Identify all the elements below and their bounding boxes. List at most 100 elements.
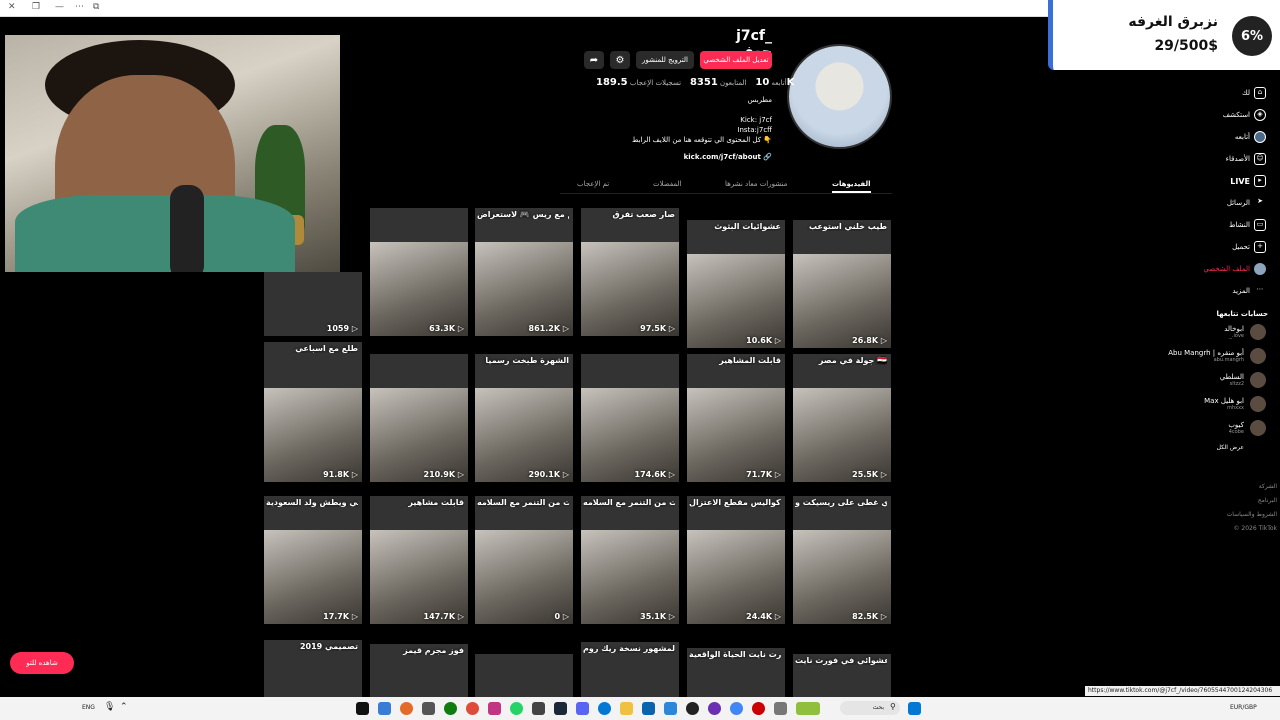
- video-caption: الشهرة طبخت رسمياً: [485, 356, 569, 365]
- view-count: 1059 ▷: [326, 324, 358, 333]
- restore-icon[interactable]: ❐: [32, 2, 40, 12]
- minimize-icon[interactable]: —: [55, 2, 64, 12]
- followers-count[interactable]: 8351: [690, 77, 718, 88]
- sidebar-item-more[interactable]: ⋯ المزيد: [1160, 280, 1268, 302]
- sidebar-item-upload[interactable]: + تحميل: [1160, 236, 1268, 258]
- chevron-up-icon[interactable]: ⌃: [120, 702, 128, 712]
- app-icon[interactable]: [708, 702, 721, 715]
- language-indicator[interactable]: ENG: [82, 704, 95, 711]
- video-card[interactable]: واحد يسوي نفسه اجنبي ويطش ولد السعودية 17…: [264, 496, 362, 624]
- followed-account[interactable]: كيوب 4cobe: [1160, 416, 1268, 440]
- app-icon[interactable]: [774, 702, 787, 715]
- video-card[interactable]: طلع مع اسباعي 91.8K ▷: [264, 342, 362, 482]
- video-card[interactable]: [475, 654, 573, 697]
- browser-icon[interactable]: [378, 702, 391, 715]
- steam-icon[interactable]: [554, 702, 567, 715]
- link-label[interactable]: kick.com/j7cf/about: [684, 153, 761, 161]
- video-card[interactable]: فورت نايت الحياة الواقعية: [687, 648, 785, 697]
- video-card[interactable]: تصميمي 2019: [264, 640, 362, 697]
- search-icon: ⚲: [890, 702, 896, 711]
- video-card[interactable]: 210.9K ▷: [370, 354, 468, 482]
- following-count[interactable]: 10: [755, 77, 769, 88]
- video-card[interactable]: 1059 ▷: [264, 272, 362, 336]
- xbox-icon[interactable]: [444, 702, 457, 715]
- profile-avatar[interactable]: [787, 44, 892, 149]
- video-card[interactable]: المقطع المشهور نسخة ريك روم: [581, 642, 679, 697]
- video-card[interactable]: تعبت من التنمر مع السلامه 💔 0 ▷: [475, 496, 573, 624]
- promote-post-button[interactable]: الترويج للمنشور: [636, 51, 694, 69]
- app-icon[interactable]: [686, 702, 699, 715]
- sidebar-item-live[interactable]: ▸ LIVE: [1160, 170, 1268, 192]
- app-icon[interactable]: [752, 702, 765, 715]
- edge-icon[interactable]: [598, 702, 611, 715]
- followed-account[interactable]: Abu Mangrh | أبو منقره abu.mangrh: [1160, 344, 1268, 368]
- windows-start-icon[interactable]: [908, 702, 921, 715]
- edit-profile-button[interactable]: تعديل الملف الشخصي: [700, 51, 772, 69]
- tiktok-icon[interactable]: [356, 702, 369, 715]
- profile-link[interactable]: kick.com/j7cf/about 🔗: [620, 153, 772, 161]
- video-card[interactable]: طيب خلني استوعب 26.8K ▷: [793, 220, 891, 348]
- sidebar-item-activity[interactable]: ▭ النشاط: [1160, 214, 1268, 236]
- discord-icon[interactable]: [576, 702, 589, 715]
- video-card[interactable]: قيم مع ريس 🎮 لاستعراض 861.2K ▷: [475, 208, 573, 336]
- video-card[interactable]: جولة في مصر 🇪🇬 25.5K ▷: [793, 354, 891, 482]
- video-card[interactable]: عشوائيات البثوث 10.6K ▷: [687, 220, 785, 348]
- video-card[interactable]: قابلت مشاهير 147.7K ▷: [370, 496, 468, 624]
- whatsapp-icon[interactable]: [510, 702, 523, 715]
- instagram-icon[interactable]: [488, 702, 501, 715]
- settings-icon[interactable]: ⚙: [610, 51, 630, 69]
- mail-icon[interactable]: [642, 702, 655, 715]
- account-name: كيوب: [1228, 421, 1244, 429]
- video-card[interactable]: فوز مجرم قيمز: [370, 644, 468, 697]
- microphone-icon[interactable]: 🎙: [104, 702, 115, 712]
- app-icon[interactable]: [532, 702, 545, 715]
- video-caption: طلع مع اسباعي: [295, 344, 358, 353]
- video-thumbnail: [581, 530, 679, 624]
- share-icon[interactable]: ➦: [584, 51, 604, 69]
- extension-icon[interactable]: ⧉: [93, 2, 99, 12]
- tab-liked[interactable]: تم الإعجاب: [577, 180, 609, 188]
- followed-account[interactable]: Max ابو هليل mhxxx: [1160, 392, 1268, 416]
- watch-now-button[interactable]: شاهده للتو: [10, 652, 74, 674]
- avatar: [1250, 324, 1266, 340]
- video-card[interactable]: قابلت المشاهير 71.7K ▷: [687, 354, 785, 482]
- more-icon[interactable]: ⋯: [75, 2, 84, 12]
- video-thumbnail: [264, 388, 362, 482]
- video-card[interactable]: المتطوري غطى على ريسيكت وMT سيرفرات 82.5K…: [793, 496, 891, 624]
- friends-icon: ☺: [1254, 153, 1266, 165]
- followed-account[interactable]: السلطي sltzz2: [1160, 368, 1268, 392]
- followed-account[interactable]: ابوخالد _.iove: [1160, 320, 1268, 344]
- bio-line: Kick: j7cf: [740, 116, 772, 124]
- app-icon[interactable]: [422, 702, 435, 715]
- sidebar-item-messages[interactable]: ➤ الرسائل: [1160, 192, 1268, 214]
- tab-favorites[interactable]: المفضلات: [653, 180, 682, 188]
- video-caption: طيب خلني استوعب: [808, 222, 887, 231]
- footer-link[interactable]: الشركة: [1200, 480, 1277, 494]
- close-icon[interactable]: ✕: [8, 2, 16, 12]
- tab-videos[interactable]: الفيديوهات: [832, 180, 871, 193]
- video-card[interactable]: تعبت من التنمر مع السلامه 💔 35.1K ▷: [581, 496, 679, 624]
- video-card[interactable]: كواليس مقطع الاعتزال 😂 24.4K ▷: [687, 496, 785, 624]
- widget-icon[interactable]: [796, 702, 820, 715]
- video-card[interactable]: الشهرة طبخت رسمياً 290.1K ▷: [475, 354, 573, 482]
- footer-link[interactable]: البرنامج: [1200, 494, 1277, 508]
- currency-widget[interactable]: EUR/GBP: [1230, 704, 1257, 711]
- video-card[interactable]: اكثر شاب عشوائي في فورت نايت: [793, 654, 891, 697]
- video-card[interactable]: 174.6K ▷: [581, 354, 679, 482]
- chrome-icon[interactable]: [466, 702, 479, 715]
- folder-icon[interactable]: [620, 702, 633, 715]
- sidebar-item-following[interactable]: أتابعه: [1160, 126, 1268, 148]
- sidebar-item-profile[interactable]: الملف الشخصي: [1160, 258, 1268, 280]
- sidebar-item-foryou[interactable]: ⌂ لك: [1160, 82, 1268, 104]
- sidebar-footer: الشركة البرنامج الشروط والسياسات © 2026 …: [1200, 480, 1277, 536]
- video-card[interactable]: صار صعب تفرق 97.5K ▷: [581, 208, 679, 336]
- see-all-link[interactable]: عرض الكل: [1160, 440, 1268, 456]
- sidebar-item-explore[interactable]: ◈ استكشف: [1160, 104, 1268, 126]
- chrome-icon[interactable]: [730, 702, 743, 715]
- firefox-icon[interactable]: [400, 702, 413, 715]
- footer-link[interactable]: الشروط والسياسات: [1200, 508, 1277, 522]
- sidebar-item-friends[interactable]: ☺ الأصدقاء: [1160, 148, 1268, 170]
- tab-reposts[interactable]: منشورات معاد نشرها: [725, 180, 787, 188]
- store-icon[interactable]: [664, 702, 677, 715]
- video-card[interactable]: 63.3K ▷: [370, 208, 468, 336]
